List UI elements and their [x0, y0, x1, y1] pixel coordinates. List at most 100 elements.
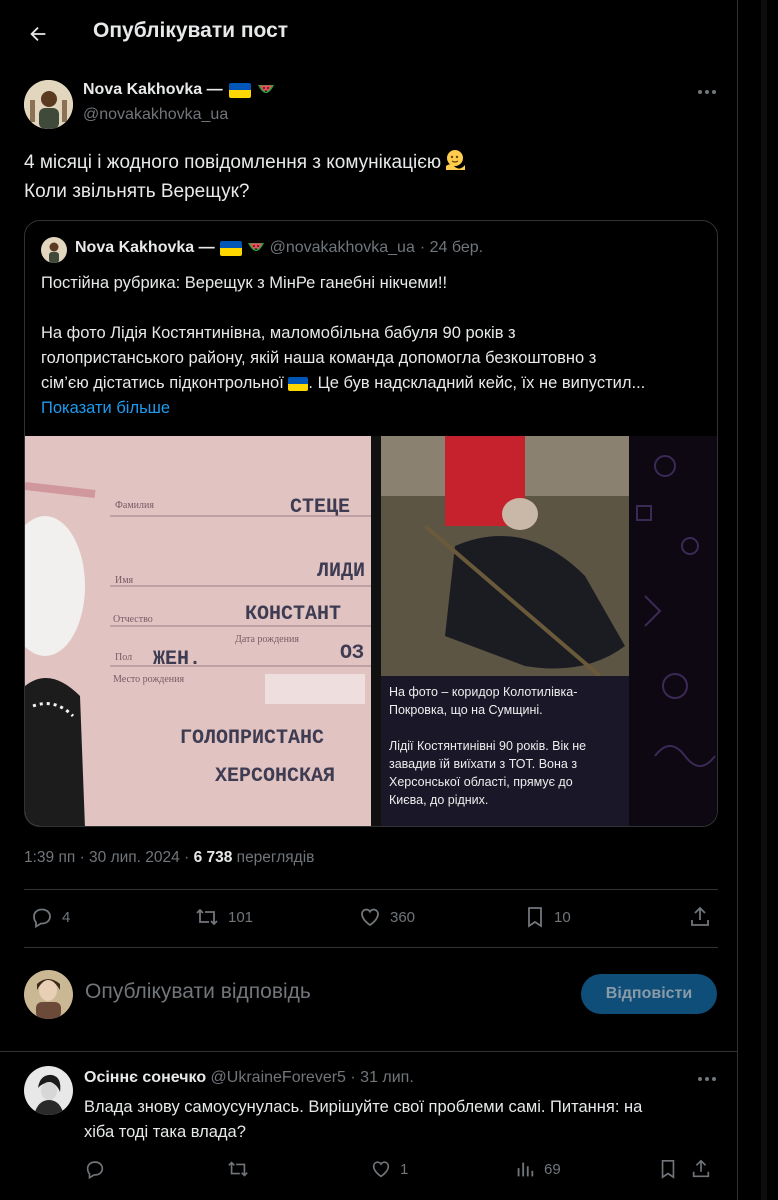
- svg-text:Покровка, що на Сумщині.: Покровка, що на Сумщині.: [389, 703, 543, 717]
- reply-submit-button[interactable]: Відповісти: [581, 974, 717, 1014]
- quote-line: [41, 296, 711, 321]
- comment-handle-date: @UkraineForever5 · 31 лип.: [210, 1069, 414, 1086]
- comment-reply-button[interactable]: [84, 1158, 106, 1180]
- svg-text:ХЕРСОНСКАЯ: ХЕРСОНСКАЯ: [215, 765, 335, 788]
- svg-text:Києва, до рідних.: Києва, до рідних.: [389, 793, 488, 807]
- reply-count: 4: [62, 908, 71, 926]
- watermelon-icon: [247, 243, 264, 251]
- quote-line: Постійна рубрика: Верещук з МінРе ганебн…: [41, 274, 448, 292]
- svg-text:Дата рождения: Дата рождения: [235, 634, 299, 645]
- user-avatar[interactable]: [24, 970, 73, 1019]
- quote-line: сім’єю дістатись підконтрольної . Це був…: [41, 374, 646, 392]
- ukraine-flag-icon: [228, 82, 251, 98]
- more-button[interactable]: [698, 90, 716, 94]
- like-count: 360: [390, 908, 416, 926]
- show-more-link[interactable]: Показати більше: [41, 396, 711, 421]
- svg-text:ЖЕН.: ЖЕН.: [153, 648, 201, 671]
- comment-author[interactable]: Осіннє сонечко @UkraineForever5 · 31 лип…: [84, 1069, 414, 1087]
- passport-photo[interactable]: Фамилия Имя Отчество Пол Дата рождения М…: [25, 436, 371, 827]
- author-handle[interactable]: @novakakhovka_ua: [83, 106, 228, 124]
- quote-author: Nova Kakhovka — @novakakhovka_ua · 24 бе…: [75, 239, 483, 257]
- comment-more-button[interactable]: [698, 1077, 716, 1081]
- comment-share-button[interactable]: [690, 1158, 712, 1180]
- bookmark-icon: [528, 907, 542, 928]
- back-button[interactable]: [22, 18, 54, 50]
- melting-face-emoji-icon: [446, 150, 466, 170]
- svg-text:завадив їй виїхати з ТОТ. Вона: завадив їй виїхати з ТОТ. Вона з: [389, 757, 577, 771]
- comment-views-button[interactable]: 69: [514, 1158, 561, 1180]
- tweet-line-2: Коли звільнять Верещук?: [24, 181, 250, 202]
- share-icon: [692, 1159, 710, 1178]
- svg-text:Имя: Имя: [115, 575, 134, 586]
- like-button[interactable]: 360: [358, 905, 415, 929]
- comment-line: Влада знову самоусунулась. Вирішуйте сво…: [84, 1098, 643, 1116]
- tweet-text: 4 місяці і жодного повідомлення з комуні…: [24, 148, 467, 206]
- svg-text:ЛИДИ: ЛИДИ: [317, 560, 365, 583]
- back-arrow-icon: [30, 26, 46, 42]
- reply-icon: [86, 1161, 104, 1180]
- bookmark-count: 10: [554, 908, 571, 926]
- evacuation-photo[interactable]: На фото – коридор Колотилівка- Покровка,…: [381, 436, 718, 827]
- author-name-text: Nova Kakhovka —: [83, 81, 223, 98]
- like-icon: [372, 1161, 390, 1178]
- quote-avatar: [41, 237, 67, 263]
- comment-line: хіба тоді така влада?: [84, 1123, 246, 1141]
- ukraine-flag-icon: [219, 240, 242, 256]
- repost-icon: [196, 908, 218, 926]
- bookmark-button[interactable]: 10: [524, 905, 571, 929]
- svg-text:Отчество: Отчество: [113, 614, 153, 625]
- svg-text:Пол: Пол: [115, 652, 132, 663]
- page-header: Опублікувати пост: [0, 0, 738, 66]
- tweet-meta: 1:39 пп · 30 лип. 2024 · 6 738 перегляді…: [24, 849, 314, 867]
- quote-author-name: Nova Kakhovka —: [75, 239, 215, 256]
- reply-icon: [33, 908, 51, 929]
- author-name[interactable]: Nova Kakhovka —: [83, 81, 275, 99]
- like-icon: [361, 908, 379, 927]
- tweet-actions: 4 101 360 10: [24, 905, 718, 935]
- main-column: Опублікувати пост Nova Kakhovka — @novak…: [0, 0, 738, 1200]
- svg-text:КОНСТАНТ: КОНСТАНТ: [245, 603, 341, 626]
- quote-line: На фото Лідія Костянтинівна, маломобільн…: [41, 324, 516, 342]
- divider: [0, 1051, 738, 1052]
- scrollbar[interactable]: [752, 0, 778, 1200]
- views-count: 6 738: [193, 849, 233, 866]
- comment-like-button[interactable]: 1: [370, 1158, 408, 1180]
- comment-actions: 1 69: [84, 1158, 718, 1184]
- ukraine-flag-icon: [288, 376, 309, 391]
- comment-avatar[interactable]: [24, 1066, 73, 1115]
- tweet-line-1: 4 місяці і жодного повідомлення з комуні…: [24, 152, 442, 173]
- svg-text:ГОЛОПРИСТАНС: ГОЛОПРИСТАНС: [180, 727, 324, 750]
- svg-text:Лідії Костянтинівні 90 років.: Лідії Костянтинівні 90 років. Вік не: [389, 739, 586, 753]
- bookmark-icon: [661, 1160, 675, 1179]
- comment-author-name: Осіннє сонечко: [84, 1069, 207, 1086]
- quote-line: голопристанського району, якій наша кома…: [41, 349, 597, 367]
- svg-text:Херсонської області, прямує до: Херсонської області, прямує до: [389, 775, 573, 789]
- share-icon: [691, 906, 709, 926]
- comment-repost-button[interactable]: [226, 1158, 250, 1180]
- reply-input[interactable]: Опублікувати відповідь: [85, 980, 311, 1004]
- comment-views-count: 69: [544, 1160, 561, 1178]
- repost-button[interactable]: 101: [194, 905, 253, 929]
- page-title: Опублікувати пост: [93, 19, 289, 42]
- author-avatar[interactable]: [24, 80, 73, 129]
- quote-text: Постійна рубрика: Верещук з МінРе ганебн…: [41, 271, 711, 421]
- share-button[interactable]: [688, 905, 712, 929]
- reply-button[interactable]: 4: [30, 905, 70, 929]
- more-icon: [698, 1077, 702, 1081]
- comment-text: Влада знову самоусунулась. Вирішуйте сво…: [84, 1095, 642, 1145]
- svg-text:Место рождения: Место рождения: [113, 674, 185, 685]
- comment-bookmark-button[interactable]: [658, 1158, 678, 1180]
- comment-like-count: 1: [400, 1160, 409, 1178]
- svg-text:ОЗ: ОЗ: [340, 642, 364, 665]
- views-label: переглядів: [236, 849, 315, 866]
- repost-icon: [228, 1161, 248, 1177]
- quoted-tweet[interactable]: Nova Kakhovka — @novakakhovka_ua · 24 бе…: [24, 220, 718, 827]
- quote-handle: @novakakhovka_ua: [269, 239, 415, 256]
- svg-text:Фамилия: Фамилия: [115, 500, 154, 511]
- watermelon-icon: [257, 85, 274, 93]
- repost-count: 101: [228, 908, 254, 926]
- divider: [24, 889, 718, 890]
- quote-media[interactable]: Фамилия Имя Отчество Пол Дата рождения М…: [25, 436, 718, 827]
- more-icon: [698, 90, 702, 94]
- tweet-timestamp[interactable]: 1:39 пп · 30 лип. 2024 ·: [24, 849, 189, 866]
